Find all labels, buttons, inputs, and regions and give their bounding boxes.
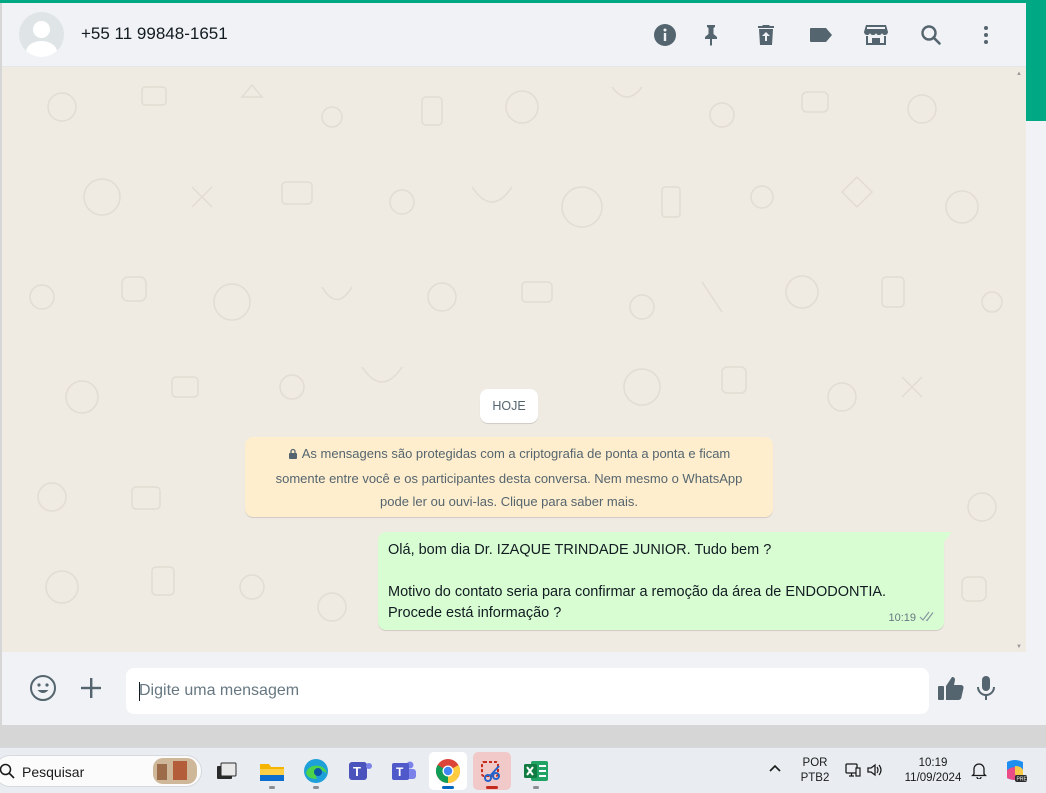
date-separator: HOJE [480,389,538,423]
network-icon[interactable] [844,761,862,784]
active-indicator [486,786,498,789]
chevron-up-icon[interactable] [767,760,783,781]
chat-header[interactable]: +55 11 99848-1651 [2,3,1026,67]
desktop-background [0,725,1046,747]
taskbar-search[interactable]: Pesquisar [0,755,202,787]
encryption-notice[interactable]: As mensagens são protegidas com a cripto… [245,437,773,517]
notification-bell-icon[interactable] [970,761,988,784]
thumbs-up-icon[interactable] [936,673,966,703]
message-input[interactable] [126,668,929,714]
svg-text:T: T [396,765,404,779]
edge-browser-icon[interactable] [297,752,335,790]
clock-date: 11/09/2024 [904,772,962,784]
message-input-box[interactable] [126,668,929,714]
taskbar-search-label: Pesquisar [22,764,85,780]
clock-time: 10:19 [918,757,948,769]
language-code: POR [802,757,828,769]
text-caret [139,682,140,701]
encryption-notice-line2: somente entre você e os participantes de… [275,470,743,486]
catalog-icon[interactable] [862,21,890,49]
search-icon[interactable] [917,21,945,49]
teams-classic-icon[interactable]: T [385,752,423,790]
bubble-tail [944,532,952,542]
running-indicator [313,786,319,789]
scroll-down-arrow[interactable]: ▼ [1016,644,1022,650]
message-text-line2: Motivo do contato seria para confirmar a… [388,584,887,600]
lock-icon [288,443,298,467]
scroll-up-arrow[interactable]: ▲ [1016,71,1022,77]
running-indicator [269,786,275,789]
windows-taskbar: Pesquisar T T POR PTB2 10:19 11/09/2024 [0,747,1046,793]
copilot-icon[interactable]: PRE [1002,757,1028,788]
avatar[interactable] [19,12,64,57]
attach-plus-icon[interactable] [76,673,106,703]
file-explorer-icon[interactable] [253,752,291,790]
snipping-tool-icon[interactable] [473,752,511,790]
encryption-notice-line3: pode ler ou ouvi-las. Clique para saber … [380,494,638,509]
outgoing-message[interactable]: Olá, bom dia Dr. IZAQUE TRINDADE JUNIOR.… [378,532,944,630]
keyboard-layout: PTB2 [800,772,830,784]
running-indicator [533,786,539,789]
contact-name[interactable]: +55 11 99848-1651 [81,24,228,44]
pin-icon[interactable] [697,21,725,49]
label-icon[interactable] [807,21,835,49]
composer-bar [2,652,1026,725]
menu-icon[interactable] [972,21,1000,49]
message-text-line1: Olá, bom dia Dr. IZAQUE TRINDADE JUNIOR.… [388,542,772,558]
search-icon [0,763,15,784]
task-view-button[interactable] [207,752,245,790]
svg-text:T: T [353,764,361,779]
chat-messages-area[interactable]: ▲ ▼ HOJE As mensagens são protegidas com… [2,67,1026,652]
chrome-icon[interactable] [429,752,467,790]
info-icon[interactable] [651,21,679,49]
microphone-icon[interactable] [971,673,1001,703]
clock[interactable]: 10:19 11/09/2024 [896,756,970,786]
volume-icon[interactable] [866,761,884,784]
background-window-edge [1026,0,1046,747]
double-check-icon [919,611,936,625]
message-meta: 10:19 [888,611,936,625]
input-language[interactable]: POR PTB2 [796,756,834,786]
active-indicator [442,786,454,789]
message-time: 10:19 [888,612,916,624]
excel-icon[interactable] [517,752,555,790]
encryption-notice-line1: As mensagens são protegidas com a cripto… [301,446,731,461]
message-text-line3: Procede está informação ? [388,605,562,621]
svg-text:PRE: PRE [1017,777,1028,783]
delete-icon[interactable] [752,21,780,49]
teams-icon[interactable]: T [341,752,379,790]
search-highlight-image [153,758,197,784]
emoji-icon[interactable] [28,673,58,703]
